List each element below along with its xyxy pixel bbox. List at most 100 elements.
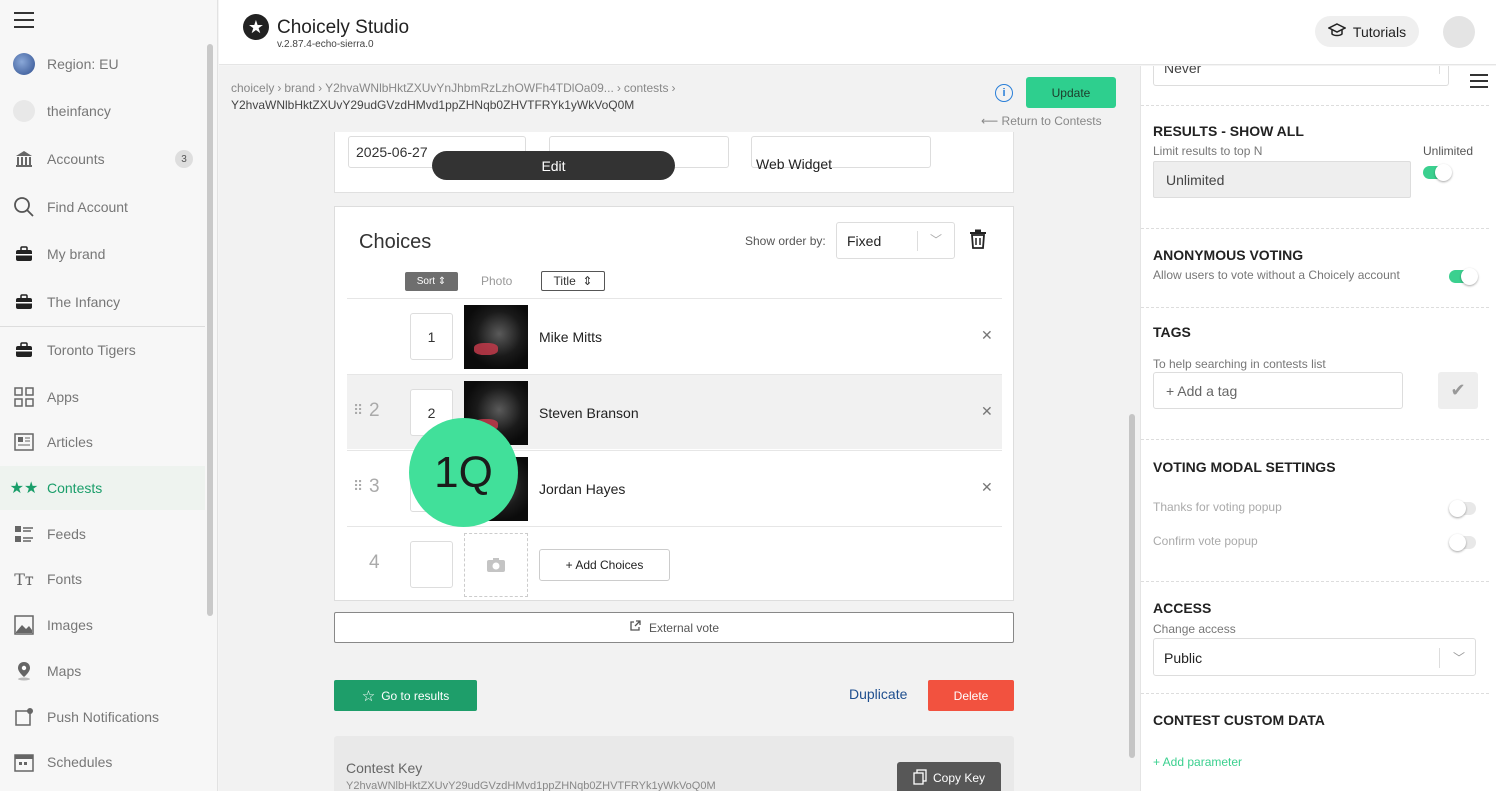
row-number: 3 <box>369 476 380 497</box>
web-widget-tab[interactable]: Web Widget <box>756 156 832 172</box>
breadcrumb-item[interactable]: brand <box>284 81 315 95</box>
thanks-popup-label: Thanks for voting popup <box>1153 500 1282 514</box>
confirm-popup-label: Confirm vote popup <box>1153 534 1258 548</box>
delete-button[interactable]: Delete <box>928 680 1014 711</box>
access-select[interactable]: Public ﹀ <box>1153 638 1476 676</box>
sidebar-item-label: Contests <box>47 480 103 496</box>
drag-handle-icon[interactable]: ⠿ <box>353 402 363 419</box>
sidebar: Region: EU theinfancy Accounts 3 Find Ac… <box>0 0 218 791</box>
user-avatar[interactable] <box>1443 16 1475 48</box>
position-input[interactable]: 1 <box>410 313 453 360</box>
sidebar-item-label: Region: EU <box>47 56 119 72</box>
add-tag-input[interactable]: + Add a tag <box>1153 372 1403 409</box>
show-order-label: Show order by: <box>745 234 826 248</box>
external-vote-button[interactable]: External vote <box>334 612 1014 643</box>
duplicate-button[interactable]: Duplicate <box>849 686 907 702</box>
never-value: Never <box>1164 66 1202 76</box>
sidebar-item-schedules[interactable]: Schedules <box>0 740 205 784</box>
sort-arrows-icon: ⇕ <box>582 274 593 288</box>
sidebar-item-articles[interactable]: Articles <box>0 420 205 464</box>
add-choices-button[interactable]: + Add Choices <box>539 549 670 581</box>
sidebar-item-label: Articles <box>47 434 93 450</box>
drag-handle-icon[interactable]: ⠿ <box>353 478 363 495</box>
sidebar-item-feeds[interactable]: Feeds <box>0 512 205 556</box>
sort-arrows-icon: ⇕ <box>437 276 447 287</box>
go-to-results-button[interactable]: ☆ Go to results <box>334 680 477 711</box>
breadcrumb: choicely › brand › Y2hvaWNlbHktZXUvYnJhbmRzL… <box>231 80 991 114</box>
checkmark-icon[interactable]: ✔ <box>1438 372 1478 409</box>
sidebar-item-region[interactable]: Region: EU <box>0 42 205 86</box>
choice-photo[interactable] <box>464 305 528 369</box>
main-scrollbar[interactable] <box>1129 414 1135 758</box>
show-order-select[interactable]: Fixed ﹀ <box>836 222 955 259</box>
sidebar-item-label: Find Account <box>47 199 128 215</box>
app-title: Choicely Studio <box>277 17 410 38</box>
breadcrumb-item[interactable]: Y2hvaWNlbHktZXUvYnJhbmRzLzhOWFh4TDlOa09.… <box>325 81 614 95</box>
external-link-icon <box>629 620 641 635</box>
info-icon[interactable]: i <box>995 84 1013 102</box>
thanks-popup-toggle[interactable] <box>1449 500 1476 517</box>
menu-icon[interactable] <box>14 12 34 28</box>
globe-icon <box>12 52 36 76</box>
choice-name: Jordan Hayes <box>539 481 626 497</box>
sidebar-item-accounts[interactable]: Accounts 3 <box>0 137 205 181</box>
sidebar-item-apps[interactable]: Apps <box>0 375 205 419</box>
tutorials-button[interactable]: Tutorials <box>1315 16 1419 47</box>
image-icon <box>12 613 36 637</box>
sidebar-item-maps[interactable]: Maps <box>0 649 205 693</box>
camera-icon[interactable] <box>464 533 528 597</box>
title-header-button[interactable]: Title ⇕ <box>541 271 605 291</box>
menu-icon[interactable] <box>1470 74 1488 90</box>
sidebar-item-contests[interactable]: ★★ Contests <box>0 466 205 510</box>
sidebar-item-push-notifications[interactable]: Push Notifications <box>0 695 205 739</box>
confirm-popup-toggle[interactable] <box>1449 534 1476 551</box>
contest-key-label: Contest Key <box>346 760 423 776</box>
sidebar-item-label: Feeds <box>47 526 86 542</box>
calendar-icon <box>12 750 36 774</box>
breadcrumb-item[interactable]: contests <box>624 81 669 95</box>
add-choice-row: 4 + Add Choices <box>347 526 1002 601</box>
update-button[interactable]: Update <box>1026 77 1116 108</box>
unlimited-toggle[interactable] <box>1423 164 1452 181</box>
sidebar-item-toronto-tigers[interactable]: Toronto Tigers <box>0 328 205 372</box>
breadcrumb-item[interactable]: choicely <box>231 81 274 95</box>
edit-tab[interactable]: Edit <box>432 151 675 180</box>
copy-icon <box>913 768 927 788</box>
return-to-contests-link[interactable]: ⟵ Return to Contests <box>981 114 1102 128</box>
position-input[interactable] <box>410 541 453 588</box>
sidebar-item-label: Maps <box>47 663 82 679</box>
never-select[interactable]: Never <box>1153 66 1449 86</box>
remove-choice-icon[interactable]: ✕ <box>981 327 993 344</box>
row-number: 2 <box>369 400 380 421</box>
sidebar-item-fonts[interactable]: Tт Fonts <box>0 557 205 601</box>
sort-header-button[interactable]: Sort ⇕ <box>405 272 458 291</box>
results-subtitle: Limit results to top N <box>1153 144 1263 158</box>
sidebar-item-label: Toronto Tigers <box>47 342 136 358</box>
access-subtitle: Change access <box>1153 622 1236 636</box>
star-logo-icon[interactable]: ★ <box>243 14 269 40</box>
overlay-badge: 1Q <box>409 418 518 527</box>
briefcase-icon <box>12 242 36 266</box>
tutorials-label: Tutorials <box>1352 23 1407 40</box>
remove-choice-icon[interactable]: ✕ <box>981 403 993 420</box>
add-parameter-link[interactable]: + Add parameter <box>1153 755 1242 769</box>
choice-name: Mike Mitts <box>539 329 602 345</box>
sidebar-item-label: Fonts <box>47 571 83 587</box>
trash-icon[interactable] <box>969 229 987 249</box>
main-content: choicely › brand › Y2hvaWNlbHktZXUvYnJhbmRzL… <box>219 66 1140 791</box>
sidebar-item-the-infancy[interactable]: The Infancy <box>0 280 205 324</box>
font-icon: Tт <box>14 569 34 589</box>
go-to-results-label: Go to results <box>381 688 450 703</box>
anonymous-voting-toggle[interactable] <box>1449 268 1478 285</box>
sidebar-item-my-brand[interactable]: My brand <box>0 232 205 276</box>
sidebar-item-find-account[interactable]: Find Account <box>0 185 205 229</box>
sidebar-scrollbar[interactable] <box>207 44 213 616</box>
copy-key-button[interactable]: Copy Key <box>897 762 1001 791</box>
contest-settings-card: 2025-06-27 Edit Web Widget <box>334 132 1014 193</box>
results-limit-input[interactable]: Unlimited <box>1153 161 1411 198</box>
remove-choice-icon[interactable]: ✕ <box>981 479 993 496</box>
sidebar-item-user[interactable]: theinfancy <box>0 89 205 133</box>
choice-row[interactable]: 1 Mike Mitts ✕ <box>347 298 1002 373</box>
sidebar-item-label: Accounts <box>47 151 105 167</box>
sidebar-item-images[interactable]: Images <box>0 603 205 647</box>
